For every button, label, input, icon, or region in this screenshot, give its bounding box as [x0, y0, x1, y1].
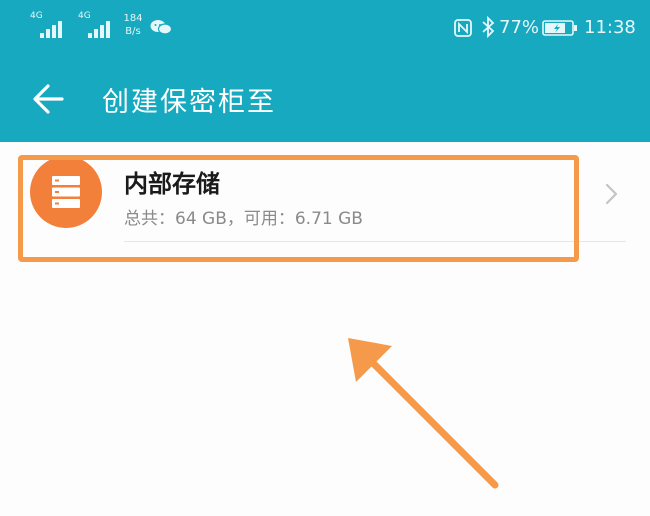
divider [124, 241, 626, 242]
storage-icon [30, 156, 102, 228]
bluetooth-icon [482, 16, 495, 38]
screen: 4G 4G 184 B/s 77% 11:38 创建保密柜至 内部存储 总共：6… [0, 0, 650, 516]
signal-sim1-icon: 4G [30, 12, 70, 40]
signal-sim2-icon: 4G [78, 12, 118, 40]
nfc-icon [454, 19, 472, 37]
battery-percentage: 77% [499, 17, 540, 38]
status-bar: 4G 4G 184 B/s 77% 11:38 [0, 0, 650, 56]
arrow-left-icon[interactable] [26, 78, 74, 120]
network-speed: 184 B/s [120, 12, 146, 38]
app-bar: 4G 4G 184 B/s 77% 11:38 创建保密柜至 [0, 0, 650, 142]
chevron-right-icon [605, 183, 618, 205]
network-speed-value: 184 [123, 13, 143, 24]
wechat-icon [150, 20, 172, 35]
storage-title: 内部存储 [124, 170, 220, 198]
storage-capacity: 总共：64 GB，可用：6.71 GB [124, 209, 363, 229]
network-speed-unit: B/s [125, 26, 141, 37]
clock: 11:38 [584, 17, 636, 38]
internal-storage-item[interactable]: 内部存储 总共：64 GB，可用：6.71 GB [0, 142, 650, 244]
page-title: 创建保密柜至 [102, 87, 276, 118]
battery-icon [542, 20, 577, 36]
annotation-arrow-icon [348, 338, 499, 489]
